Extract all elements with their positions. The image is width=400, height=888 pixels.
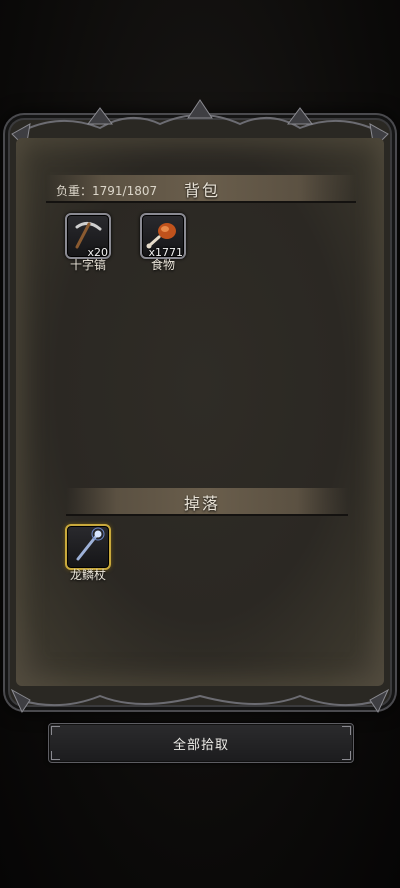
bag-item-pickaxe[interactable]: x20 [65, 213, 111, 259]
pickup-all-label: 全部拾取 [172, 737, 229, 753]
drops-title: 掉落 [184, 494, 221, 513]
bag-item-food[interactable]: x1771 [140, 213, 186, 259]
drop-item-staff[interactable] [65, 524, 111, 570]
pickup-all-button[interactable]: 全部拾取 [48, 723, 354, 763]
item-name: 龙鳞杖 [69, 568, 106, 582]
bag-title: 背包 [184, 181, 221, 200]
button-corner [51, 726, 60, 735]
button-corner [342, 751, 351, 760]
item-name: 食物 [150, 258, 175, 272]
weight-label: 负重：1791/1807 [56, 184, 158, 198]
item-name: 十字镐 [69, 258, 106, 272]
button-corner [342, 726, 351, 735]
staff-icon [76, 527, 105, 561]
button-corner [51, 751, 60, 760]
